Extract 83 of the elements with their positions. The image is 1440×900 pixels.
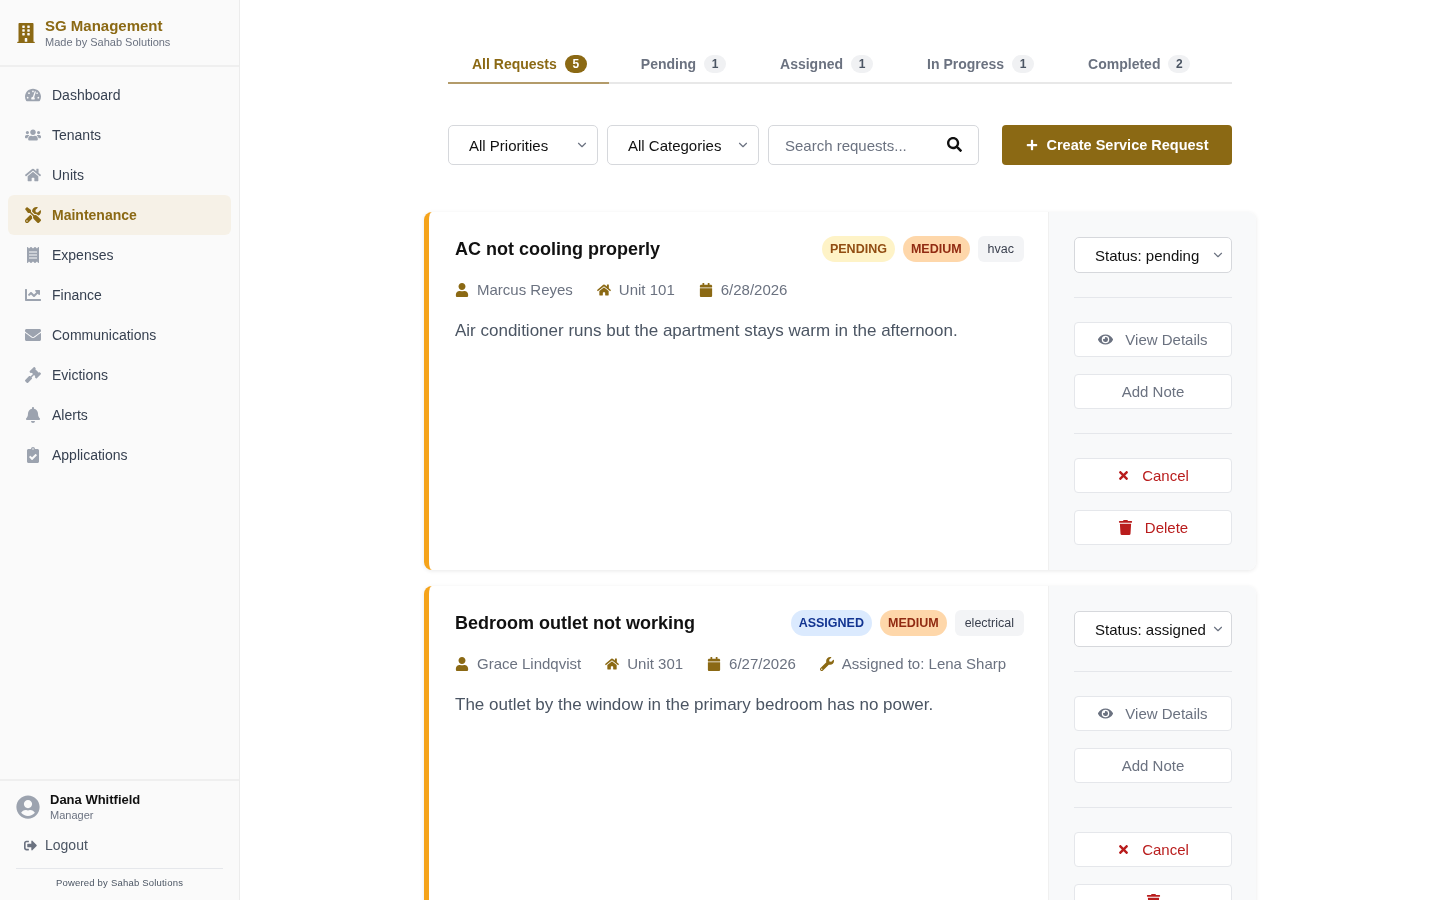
clipboard-check-icon [25,447,41,463]
add-note-button[interactable]: Add Note [1074,748,1232,783]
date-label: 6/27/2026 [729,655,796,672]
nav-item[interactable]: Units [8,155,231,195]
request-description: Air conditioner runs but the apartment stays warm in the afternoon. [455,320,959,342]
request-description: The outlet by the window in the primary bedroom has no power. [455,694,935,716]
building-icon [16,22,36,43]
nav-item[interactable]: Dashboard [8,75,231,115]
user-name: Dana Whitfield [50,792,141,807]
filter-tab[interactable]: Completed 2 [1064,46,1213,84]
brand-title: SG Management [45,17,164,34]
date-label: 6/28/2026 [720,281,788,298]
search-field[interactable]: Search requests... [768,125,979,165]
filter-tab[interactable]: In Progress 1 [903,46,1057,84]
nav-item[interactable]: Expenses [8,235,231,275]
priority-select[interactable]: All Priorities [448,125,598,165]
request-title: Bedroom outlet not working [455,612,695,634]
tab-count: 1 [851,55,874,73]
status-select[interactable]: Status: pending [1074,237,1232,273]
footer-text: Powered by Sahab Solutions [54,877,185,888]
line-chart-icon [25,287,41,303]
nav-item[interactable]: Applications [8,435,231,475]
create-request-button[interactable]: Create Service Request [1002,125,1232,165]
bell-icon [25,407,41,423]
nav-item[interactable]: Evictions [8,355,231,395]
tab-count: 1 [1012,55,1035,73]
x-icon [1117,843,1131,856]
envelope-icon [25,327,41,343]
brand-subtitle: Made by Sahab Solutions [45,36,171,48]
assignee-label: Assigned to: Lena Sharp [841,655,1007,672]
calendar-icon [707,656,722,671]
status-tag: PENDING [821,236,895,262]
nav-item[interactable]: Communications [8,315,231,355]
nav-item[interactable]: Finance [8,275,231,315]
plus-icon [1025,139,1038,151]
delete-button[interactable]: Delete [1074,510,1232,545]
user-role: Manager [50,809,95,821]
tenant-name: Grace Lindqvist [477,655,582,672]
view-details-button[interactable]: View Details [1074,696,1232,731]
receipt-icon [25,247,41,263]
category-tag: hvac [977,236,1024,262]
nav-item[interactable]: Alerts [8,395,231,435]
house-icon [25,167,41,183]
priority-tag: MEDIUM [879,610,947,636]
category-select[interactable]: All Categories [607,125,759,165]
tenant-name: Marcus Reyes [477,281,573,298]
user-icon [455,656,469,671]
add-note-button[interactable]: Add Note [1074,374,1232,409]
tab-count: 2 [1168,55,1191,73]
filter-tab[interactable]: Assigned 1 [756,46,896,84]
tab-count: 1 [704,55,727,73]
status-tag: ASSIGNED [790,610,872,636]
eye-icon [1098,332,1114,347]
logout-icon [24,838,37,852]
unit-label: Unit 301 [627,655,684,672]
priority-tag: MEDIUM [902,236,970,262]
view-details-button[interactable]: View Details [1074,322,1232,357]
logout-link[interactable]: Logout [24,833,88,857]
trash-icon [1117,520,1133,535]
request-title: AC not cooling properly [455,238,660,260]
house-icon [596,282,611,297]
x-icon [1117,469,1131,482]
unit-label: Unit 101 [618,281,675,298]
gavel-icon [25,367,41,383]
category-tag: electrical [954,610,1024,636]
filter-tab[interactable]: All Requests 5 [448,46,609,84]
search-icon [947,137,962,152]
gauge-icon [25,87,41,103]
avatar-icon [16,794,40,819]
nav-item[interactable]: Maintenance [8,195,231,235]
wrench-screwdriver-icon [25,207,41,223]
nav-item[interactable]: Tenants [8,115,231,155]
cancel-button[interactable]: Cancel [1074,832,1232,867]
users-icon [25,127,41,143]
house-icon [605,656,620,671]
wrench-icon [819,656,834,671]
filter-tab[interactable]: Pending 1 [616,46,749,84]
eye-icon [1098,706,1114,721]
cancel-button[interactable]: Cancel [1074,458,1232,493]
status-select[interactable]: Status: assigned [1074,611,1232,647]
tab-count: 5 [564,55,587,73]
calendar-icon [698,282,713,297]
user-icon [455,282,469,297]
